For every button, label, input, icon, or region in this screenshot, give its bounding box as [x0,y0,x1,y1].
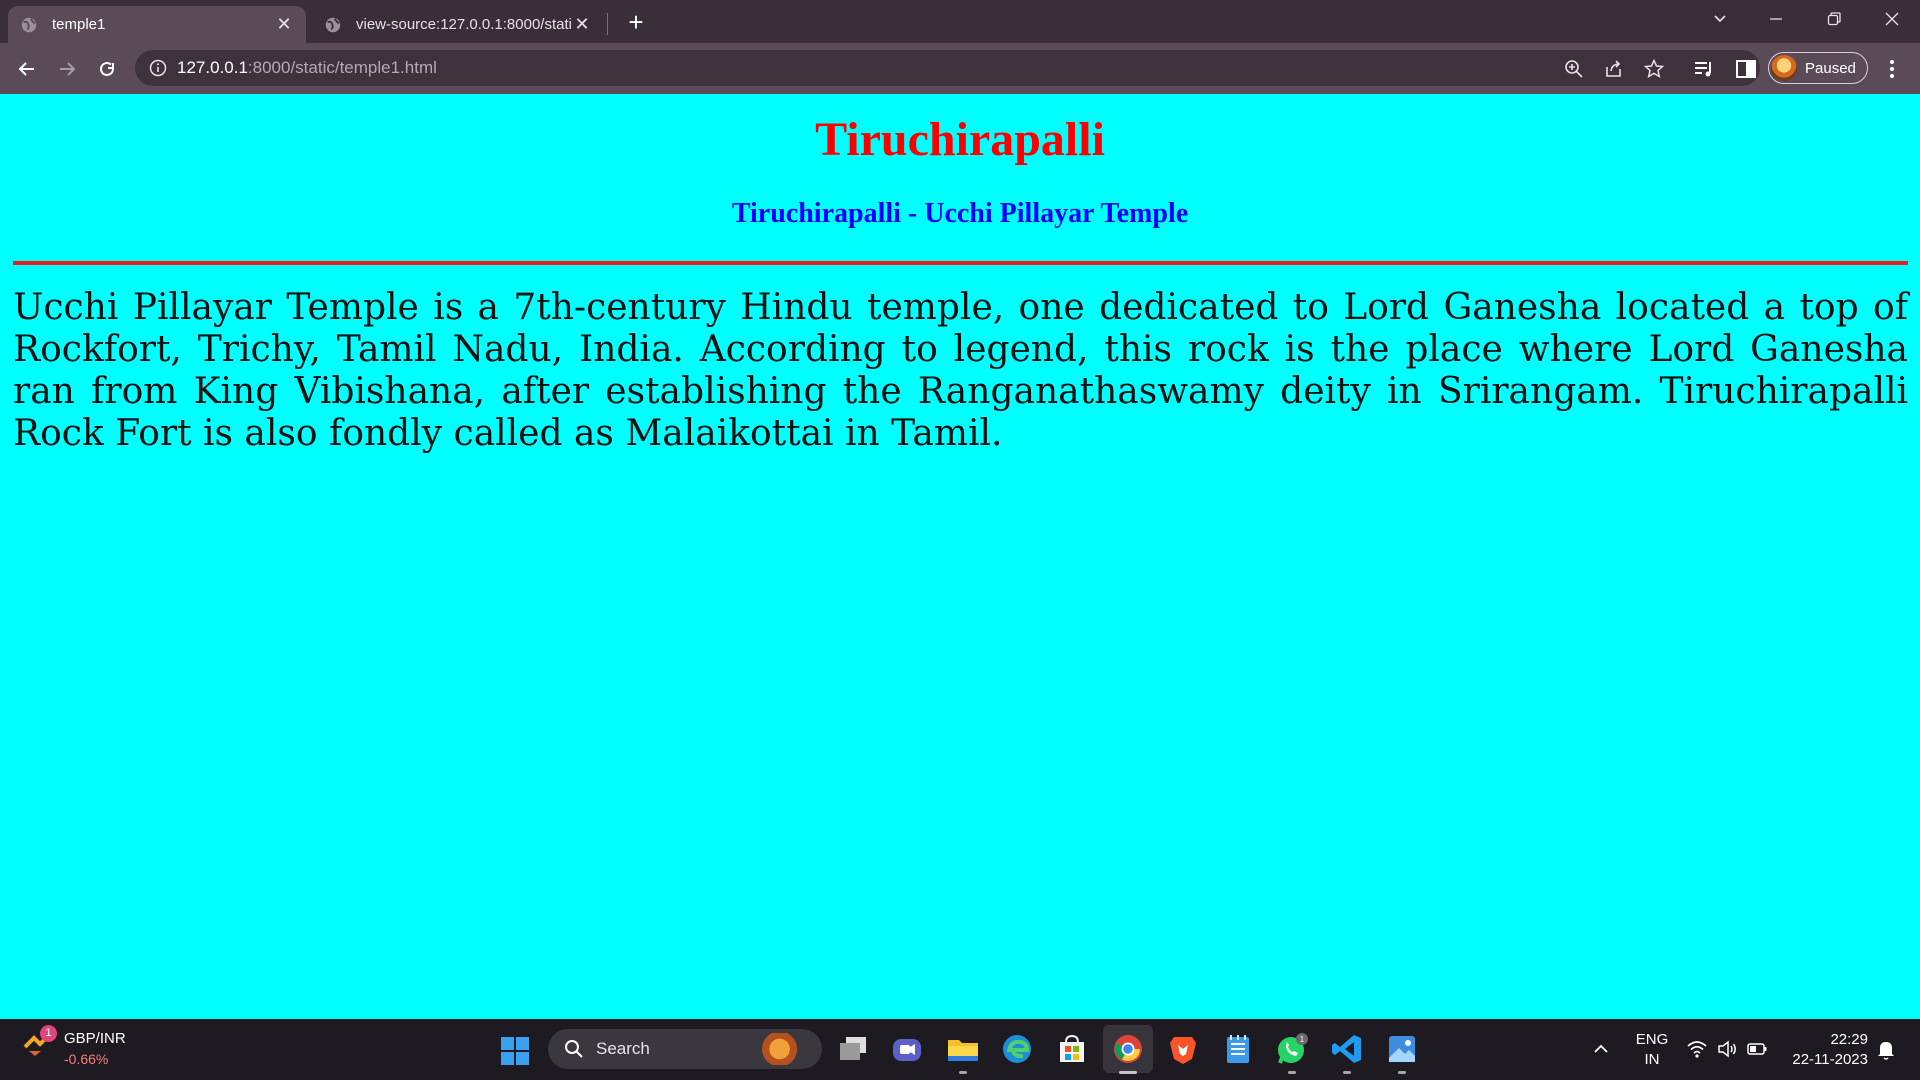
url-text[interactable]: 127.0.0.1:8000/static/temple1.html [177,58,437,78]
close-tab-icon[interactable]: ✕ [572,14,592,35]
widget-badge: 1 [40,1025,57,1042]
windows-start-icon[interactable] [500,1036,530,1066]
tab-separator [607,13,608,35]
back-button[interactable] [11,53,43,85]
globe-icon [325,17,341,32]
edge-icon[interactable] [1000,1032,1034,1066]
search-label: Search [596,1039,650,1058]
address-bar[interactable]: 127.0.0.1:8000/static/temple1.html [135,50,1760,86]
profile-button[interactable]: Paused [1768,52,1868,84]
close-tab-icon[interactable]: ✕ [274,14,294,35]
taskbar-search[interactable]: Search [548,1029,822,1069]
tab-title: view-source:127.0.0.1:8000/stati [356,16,572,33]
stock-widget-icon: 1 [22,1025,57,1059]
taskbar: 1 GBP/INR -0.66% Search 1 ENG IN 22:29 2… [0,1019,1920,1080]
horizontal-rule [13,261,1908,265]
share-icon[interactable] [1603,58,1625,80]
restore-button[interactable] [1806,0,1862,40]
search-highlight-icon [758,1033,812,1065]
bookmark-star-icon[interactable] [1643,58,1665,80]
weather-widget[interactable]: 1 GBP/INR -0.66% [22,1025,126,1069]
whatsapp-icon[interactable]: 1 [1275,1032,1309,1066]
close-window-button[interactable] [1864,0,1920,40]
side-panel-icon[interactable] [1734,57,1758,81]
zoom-icon[interactable] [1563,58,1585,80]
running-indicator [1288,1071,1296,1074]
chrome-icon[interactable] [1111,1032,1145,1066]
media-controls-icon[interactable] [1692,57,1716,81]
battery-icon[interactable] [1746,1040,1768,1058]
page-heading: Tiruchirapalli [815,113,1105,166]
browser-toolbar: 127.0.0.1:8000/static/temple1.html Pause… [0,43,1920,94]
volume-icon[interactable] [1716,1039,1738,1059]
language-line2: IN [1644,1051,1660,1068]
language-indicator[interactable]: ENG IN [1634,1030,1670,1070]
notepad-icon[interactable] [1221,1032,1255,1066]
clock-time: 22:29 [1830,1031,1868,1048]
clock-date: 22-11-2023 [1792,1051,1868,1068]
widget-title: GBP/INR [64,1030,126,1047]
widget-value: -0.66% [64,1051,109,1067]
tab-search-chevron-icon[interactable] [1692,0,1748,40]
page-content: Tiruchirapalli Tiruchirapalli - Ucchi Pi… [0,94,1920,1019]
file-explorer-icon[interactable] [946,1032,980,1066]
arrow-left-icon [18,62,34,76]
minimize-button[interactable] [1748,0,1804,40]
running-indicator [1343,1071,1351,1074]
store-icon[interactable] [1055,1032,1089,1066]
profile-status: Paused [1805,59,1856,77]
tab-title: temple1 [52,16,106,33]
notification-bell-icon[interactable] [1876,1039,1896,1061]
new-tab-button[interactable]: + [622,8,650,36]
brave-icon[interactable] [1166,1032,1200,1066]
page-subheading: Tiruchirapalli - Ucchi Pillayar Temple [731,198,1189,229]
whatsapp-badge: 1 [1300,1035,1305,1044]
reload-icon [100,61,114,76]
task-view-icon[interactable] [836,1032,870,1066]
reload-button[interactable] [91,53,123,85]
menu-dots-icon[interactable] [1880,57,1904,81]
url-path: :8000/static/temple1.html [247,58,437,77]
globe-icon [21,17,37,32]
search-icon [565,1040,583,1058]
tab-view-source[interactable]: view-source:127.0.0.1:8000/stati ✕ [312,6,604,43]
running-indicator [1398,1071,1406,1074]
url-host: 127.0.0.1 [177,58,248,77]
tab-temple1[interactable]: temple1 ✕ [8,6,306,43]
avatar [1771,55,1797,81]
vscode-icon[interactable] [1330,1032,1364,1066]
photos-icon[interactable] [1385,1032,1419,1066]
running-indicator [959,1071,967,1074]
arrow-right-icon [60,62,76,76]
page-paragraph: Ucchi Pillayar Temple is a 7th-century H… [13,287,1908,454]
wifi-icon[interactable] [1686,1039,1708,1059]
language-line1: ENG [1635,1031,1669,1048]
chevron-up-icon[interactable] [1592,1041,1610,1057]
site-info-icon[interactable] [149,59,167,77]
meet-chat-icon[interactable] [890,1032,924,1066]
forward-button[interactable] [51,53,83,85]
running-indicator [1119,1071,1137,1074]
tab-strip: temple1 ✕ view-source:127.0.0.1:8000/sta… [0,0,1920,43]
system-clock[interactable]: 22:29 22-11-2023 [1780,1030,1868,1070]
